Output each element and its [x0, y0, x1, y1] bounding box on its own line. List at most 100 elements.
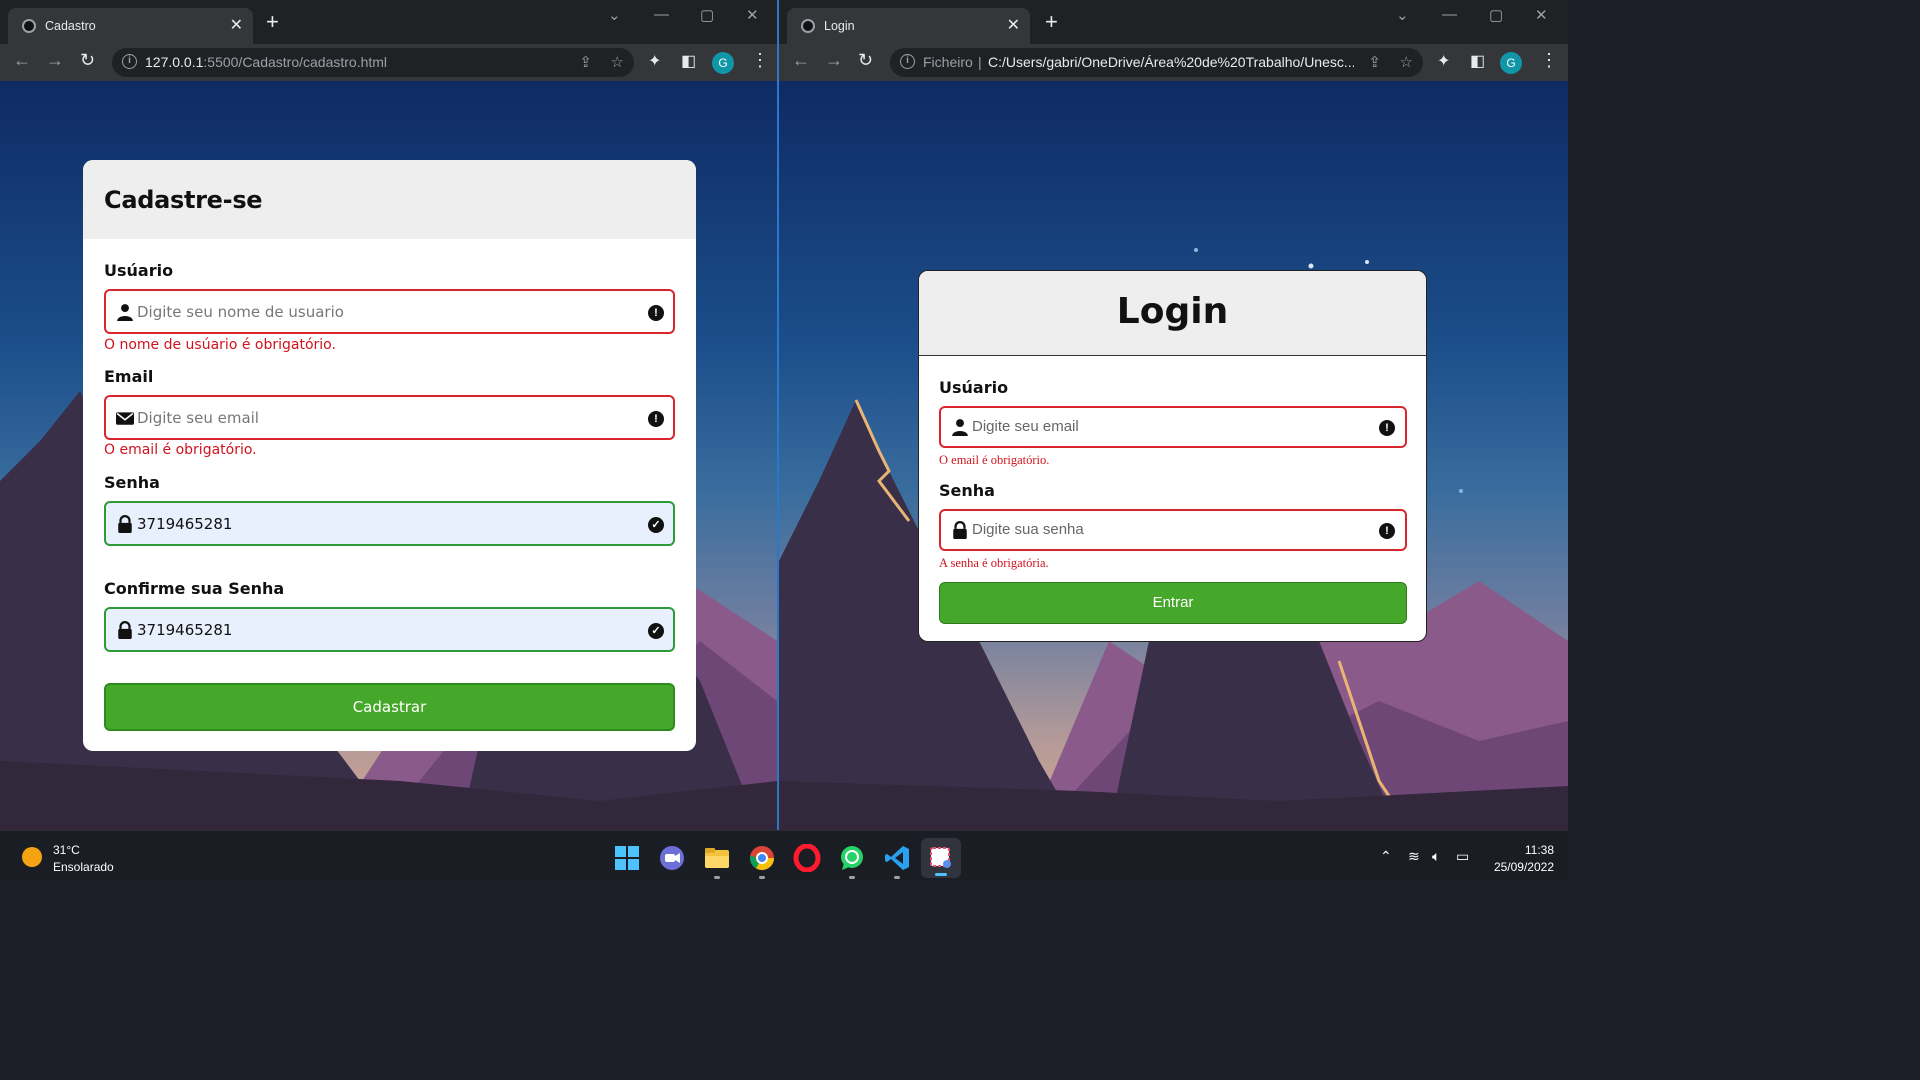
- signup-header: Cadastre-se: [83, 160, 696, 239]
- password-value: 3719465281: [137, 515, 233, 533]
- new-tab-icon[interactable]: +: [266, 9, 279, 35]
- email-input[interactable]: Digite seu email !: [104, 395, 675, 440]
- username-label: Usúario: [104, 261, 174, 280]
- site-info-icon[interactable]: i: [122, 54, 137, 69]
- password-placeholder: Digite sua senha: [972, 521, 1084, 538]
- volume-icon[interactable]: 🔈︎: [1432, 848, 1440, 865]
- username-error: O email é obrigatório.: [939, 453, 1050, 467]
- check-circle-icon: ✓: [648, 623, 664, 639]
- running-indicator: [759, 876, 765, 879]
- address-bar[interactable]: i 127.0.0.1:5500/Cadastro/cadastro.html …: [112, 48, 634, 77]
- favicon-icon: [22, 19, 36, 33]
- back-icon[interactable]: ←: [792, 50, 810, 71]
- share-icon[interactable]: ⇪: [579, 53, 592, 71]
- back-icon[interactable]: ←: [13, 50, 31, 71]
- vscode-icon[interactable]: [883, 844, 911, 872]
- show-hidden-icons-icon[interactable]: ⌃: [1380, 848, 1392, 865]
- running-indicator: [714, 876, 720, 879]
- lock-icon: [118, 515, 132, 533]
- tab-strip: Login ✕ + ⌄ — ▢ ✕: [779, 0, 1568, 44]
- error-alert-icon: !: [648, 411, 664, 427]
- minimize-icon[interactable]: —: [654, 6, 669, 23]
- forward-icon[interactable]: →: [46, 50, 64, 71]
- close-window-icon[interactable]: ✕: [1535, 6, 1548, 24]
- clock-time: 11:38: [1524, 843, 1554, 857]
- menu-kebab-icon[interactable]: ⋮: [1540, 50, 1558, 71]
- signup-card: Cadastre-se Usúario Digite seu nome de u…: [83, 160, 696, 751]
- sun-icon: [22, 847, 42, 867]
- username-error: O nome de usúario é obrigatório.: [104, 337, 336, 353]
- browser-toolbar: ← → ↻ i 127.0.0.1:5500/Cadastro/cadastro…: [0, 44, 777, 81]
- weather-condition: Ensolarado: [53, 860, 114, 874]
- running-indicator: [849, 876, 855, 879]
- close-window-icon[interactable]: ✕: [746, 6, 759, 24]
- profile-avatar[interactable]: G: [1500, 52, 1522, 74]
- battery-icon[interactable]: ▭: [1456, 848, 1469, 865]
- address-bar[interactable]: i Ficheiro | C:/Users/gabri/OneDrive/Áre…: [890, 48, 1423, 77]
- side-panel-icon[interactable]: ◧: [681, 51, 696, 71]
- login-username-input[interactable]: Digite seu email !: [939, 406, 1407, 448]
- tab-search-icon[interactable]: ⌄: [608, 6, 621, 24]
- chrome-icon[interactable]: [748, 844, 776, 872]
- confirm-password-input[interactable]: 3719465281 ✓: [104, 607, 675, 652]
- confirm-password-label: Confirme sua Senha: [104, 579, 285, 598]
- whatsapp-icon[interactable]: [838, 844, 866, 872]
- extensions-icon[interactable]: ✦: [1437, 51, 1450, 71]
- opera-icon[interactable]: [793, 844, 821, 872]
- browser-window-login: Login ✕ + ⌄ — ▢ ✕ ← → ↻ i Ficheiro | C:/…: [779, 0, 1568, 830]
- start-icon[interactable]: [613, 844, 641, 872]
- forward-icon[interactable]: →: [825, 50, 843, 71]
- url-text: 127.0.0.1:5500/Cadastro/cadastro.html: [145, 54, 388, 70]
- windows-taskbar: 31°C Ensolarado ⌃ ≋ 🔈︎ ▭ 11:38 25/09/202…: [0, 830, 1568, 882]
- error-alert-icon: !: [1379, 420, 1395, 436]
- browser-toolbar: ← → ↻ i Ficheiro | C:/Users/gabri/OneDri…: [779, 44, 1568, 81]
- error-alert-icon: !: [1379, 523, 1395, 539]
- bookmark-star-icon[interactable]: ☆: [611, 53, 624, 71]
- new-tab-icon[interactable]: +: [1045, 9, 1058, 35]
- browser-window-cadastro: Cadastro ✕ + ⌄ — ▢ ✕ ← → ↻ i 127.0.0.1:5…: [0, 0, 777, 830]
- login-header: Login: [919, 271, 1426, 356]
- maximize-icon[interactable]: ▢: [1489, 6, 1503, 24]
- tab-search-icon[interactable]: ⌄: [1396, 6, 1409, 24]
- username-placeholder: Digite seu email: [972, 418, 1079, 435]
- login-card: Login Usúario Digite seu email ! O email…: [918, 270, 1427, 642]
- signup-submit-button[interactable]: Cadastrar: [104, 683, 675, 731]
- url-prefix: Ficheiro: [923, 54, 973, 70]
- side-panel-icon[interactable]: ◧: [1470, 51, 1485, 71]
- maximize-icon[interactable]: ▢: [700, 6, 714, 24]
- file-explorer-icon[interactable]: [703, 844, 731, 872]
- favicon-icon: [801, 19, 815, 33]
- extensions-icon[interactable]: ✦: [648, 51, 661, 71]
- reload-icon[interactable]: ↻: [858, 50, 873, 71]
- login-password-input[interactable]: Digite sua senha !: [939, 509, 1407, 551]
- tab-title: Login: [824, 19, 855, 33]
- bookmark-star-icon[interactable]: ☆: [1400, 53, 1413, 71]
- error-alert-icon: !: [648, 305, 664, 321]
- profile-avatar[interactable]: G: [712, 52, 734, 74]
- tab-cadastro[interactable]: Cadastro ✕: [8, 8, 253, 44]
- menu-kebab-icon[interactable]: ⋮: [751, 50, 769, 71]
- url-separator: |: [978, 54, 982, 70]
- user-icon: [952, 419, 968, 436]
- snipping-tool-icon[interactable]: [921, 838, 961, 878]
- wifi-icon[interactable]: ≋: [1408, 848, 1420, 865]
- username-input[interactable]: Digite seu nome de usuario !: [104, 289, 675, 334]
- teams-icon[interactable]: [658, 844, 686, 872]
- tab-title: Cadastro: [45, 19, 96, 33]
- site-info-icon[interactable]: i: [900, 54, 915, 69]
- system-clock[interactable]: 11:38 25/09/2022: [1494, 842, 1554, 876]
- password-label: Senha: [104, 473, 160, 492]
- minimize-icon[interactable]: —: [1442, 6, 1457, 23]
- close-tab-icon[interactable]: ✕: [1007, 15, 1020, 35]
- tab-login[interactable]: Login ✕: [787, 8, 1030, 44]
- active-indicator: [935, 873, 947, 876]
- reload-icon[interactable]: ↻: [80, 50, 95, 71]
- login-submit-button[interactable]: Entrar: [939, 582, 1407, 624]
- share-icon[interactable]: ⇪: [1368, 53, 1381, 71]
- username-label: Usúario: [939, 378, 1009, 397]
- password-error: A senha é obrigatória.: [939, 556, 1049, 570]
- close-tab-icon[interactable]: ✕: [230, 15, 243, 35]
- email-placeholder: Digite seu email: [137, 409, 259, 427]
- email-label: Email: [104, 367, 154, 386]
- password-input[interactable]: 3719465281 ✓: [104, 501, 675, 546]
